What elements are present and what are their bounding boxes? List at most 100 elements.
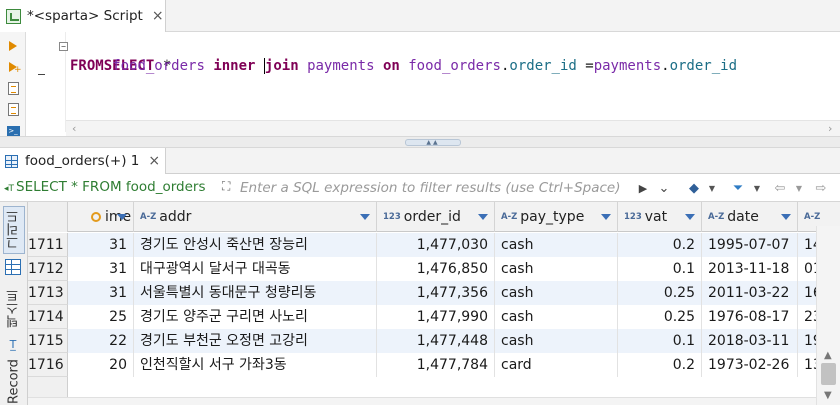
scroll-left-icon[interactable]: ‹: [72, 122, 76, 135]
results-tab-bar: food_orders(+) 1 ×: [0, 148, 840, 174]
script-tab[interactable]: *<sparta> Script ×: [0, 0, 166, 32]
cell-vat[interactable]: 0.25: [618, 281, 702, 305]
sort-arrow-icon[interactable]: [360, 214, 370, 220]
filter-expression-input[interactable]: [240, 178, 632, 198]
sql-editor[interactable]: − SELECT * FROM food_orders inner join pa…: [59, 32, 840, 132]
filter-funnel-icon[interactable]: ⏷: [730, 178, 746, 198]
cell-vat[interactable]: 0.2: [618, 233, 702, 257]
cell-date[interactable]: 1995-07-07: [702, 233, 798, 257]
cell-time[interactable]: 25: [68, 305, 134, 329]
cell-time[interactable]: 31: [68, 281, 134, 305]
cell-addr[interactable]: 경기도 안성시 죽산면 장능리: [134, 233, 377, 257]
back-arrow-icon[interactable]: ⇦: [772, 178, 788, 198]
cell-time[interactable]: 20: [68, 353, 134, 377]
cell-date[interactable]: 1976-08-17: [702, 305, 798, 329]
row-number[interactable]: 1711: [28, 233, 68, 257]
table-row[interactable]: 1716 20 인천직할시 서구 가좌3동 1,477,784 card 0.2…: [28, 353, 840, 377]
expand-icon[interactable]: ⛶: [222, 179, 236, 193]
column-header-date[interactable]: A-Z date: [702, 202, 798, 232]
table-row[interactable]: 1711 31 경기도 안성시 죽산면 장능리 1,477,030 cash 0…: [28, 233, 840, 257]
cell-order-id[interactable]: 1,477,030: [377, 233, 495, 257]
sort-arrow-icon[interactable]: [601, 214, 611, 220]
scrollbar-thumb[interactable]: [821, 363, 836, 385]
column-header-time[interactable]: ime: [68, 202, 134, 232]
close-icon[interactable]: ×: [148, 153, 160, 169]
cell-order-id[interactable]: 1,477,990: [377, 305, 495, 329]
table-row[interactable]: 1712 31 대구광역시 달서구 대곡동 1,476,850 cash 0.1…: [28, 257, 840, 281]
grid-horizontal-scrollbar[interactable]: [28, 397, 816, 405]
cell-addr[interactable]: 인천직할시 서구 가좌3동: [134, 353, 377, 377]
cell-time[interactable]: 31: [68, 257, 134, 281]
cell-order-id[interactable]: 1,476,850: [377, 257, 495, 281]
filter-history-icon[interactable]: ⌄: [657, 178, 671, 198]
row-number[interactable]: 1716: [28, 353, 68, 377]
cell-addr[interactable]: 대구광역시 달서구 대곡동: [134, 257, 377, 281]
cell-vat[interactable]: 0.1: [618, 257, 702, 281]
record-view-tab[interactable]: Record: [3, 358, 25, 405]
forward-arrow-icon[interactable]: ⇨: [813, 178, 829, 198]
cell-time[interactable]: 22: [68, 329, 134, 353]
chevron-down-icon[interactable]: ▼: [707, 178, 717, 198]
cell-addr[interactable]: 경기도 양주군 구리면 사노리: [134, 305, 377, 329]
column-header-vat[interactable]: 123 vat: [618, 202, 702, 232]
row-number[interactable]: 1714: [28, 305, 68, 329]
cell-pay-type[interactable]: cash: [495, 233, 618, 257]
cell-time[interactable]: 31: [68, 233, 134, 257]
column-header-addr[interactable]: A-Z addr: [134, 202, 377, 232]
explain-plan-button[interactable]: [5, 101, 21, 117]
cell-pay-type[interactable]: cash: [495, 329, 618, 353]
grid-icon[interactable]: [5, 259, 21, 275]
cell-vat[interactable]: 0.1: [618, 329, 702, 353]
sort-arrow-icon[interactable]: [781, 214, 791, 220]
query-label[interactable]: ◂T SELECT * FROM food_orders: [4, 179, 206, 195]
cell-order-id[interactable]: 1,477,784: [377, 353, 495, 377]
eraser-icon[interactable]: ◆: [686, 178, 702, 198]
execute-script-button[interactable]: [5, 80, 21, 96]
cell-order-id[interactable]: 1,477,448: [377, 329, 495, 353]
splitter-grip-icon[interactable]: ▲▲: [405, 139, 461, 146]
cell-vat[interactable]: 0.25: [618, 305, 702, 329]
cell-order-id[interactable]: 1,477,356: [377, 281, 495, 305]
sort-arrow-icon[interactable]: [685, 214, 695, 220]
sort-arrow-icon[interactable]: [117, 214, 127, 220]
table-row[interactable]: 1713 31 서울특별시 동대문구 청량리동 1,477,356 cash 0…: [28, 281, 840, 305]
cell-pay-type[interactable]: card: [495, 353, 618, 377]
cell-pay-type[interactable]: cash: [495, 257, 618, 281]
cell-pay-type[interactable]: cash: [495, 281, 618, 305]
cell-date[interactable]: 2018-03-11: [702, 329, 798, 353]
fold-toggle-icon[interactable]: −: [59, 42, 68, 51]
text-view-tab[interactable]: 텍스트: [3, 282, 25, 336]
cell-addr[interactable]: 서울특별시 동대문구 청량리동: [134, 281, 377, 305]
results-tab[interactable]: food_orders(+) 1 ×: [0, 148, 166, 174]
scroll-down-icon[interactable]: ▼: [824, 390, 832, 401]
cell-date[interactable]: 2011-03-22: [702, 281, 798, 305]
editor-horizontal-scrollbar[interactable]: ‹ ›: [66, 120, 840, 136]
text-icon[interactable]: T̲: [5, 338, 21, 354]
table-row[interactable]: 1715 22 경기도 부천군 오정면 고강리 1,477,448 cash 0…: [28, 329, 840, 353]
cell-addr[interactable]: 경기도 부천군 오정면 고강리: [134, 329, 377, 353]
cell-date[interactable]: 1973-02-26: [702, 353, 798, 377]
scroll-right-icon[interactable]: ›: [828, 122, 832, 135]
row-number[interactable]: 1712: [28, 257, 68, 281]
cell-date[interactable]: 2013-11-18: [702, 257, 798, 281]
cell-vat[interactable]: 0.2: [618, 353, 702, 377]
column-header-order-id[interactable]: 123 order_id: [377, 202, 495, 232]
execute-statement-button[interactable]: [5, 38, 21, 54]
row-number[interactable]: 1715: [28, 329, 68, 353]
scroll-up-icon[interactable]: ▲: [824, 350, 832, 361]
row-number[interactable]: 1713: [28, 281, 68, 305]
terminal-icon: >_: [6, 125, 20, 137]
sort-arrow-icon[interactable]: [478, 214, 488, 220]
editor-results-splitter[interactable]: ▲▲: [0, 136, 840, 148]
table-row[interactable]: 1714 25 경기도 양주군 구리면 사노리 1,477,990 cash 0…: [28, 305, 840, 329]
grid-vertical-scrollbar[interactable]: ▲ ▼: [816, 226, 840, 405]
sql-keyword: on: [382, 58, 400, 74]
cell-pay-type[interactable]: cash: [495, 305, 618, 329]
apply-filter-button[interactable]: ▶: [636, 178, 650, 198]
column-header-pay-type[interactable]: A-Z pay_type: [495, 202, 618, 232]
execute-in-new-tab-button[interactable]: +: [5, 59, 22, 75]
chevron-down-icon[interactable]: ▼: [752, 178, 762, 198]
grid-view-tab[interactable]: 그리드: [3, 206, 25, 254]
close-icon[interactable]: ×: [152, 8, 164, 24]
chevron-down-icon[interactable]: ▼: [794, 178, 804, 198]
